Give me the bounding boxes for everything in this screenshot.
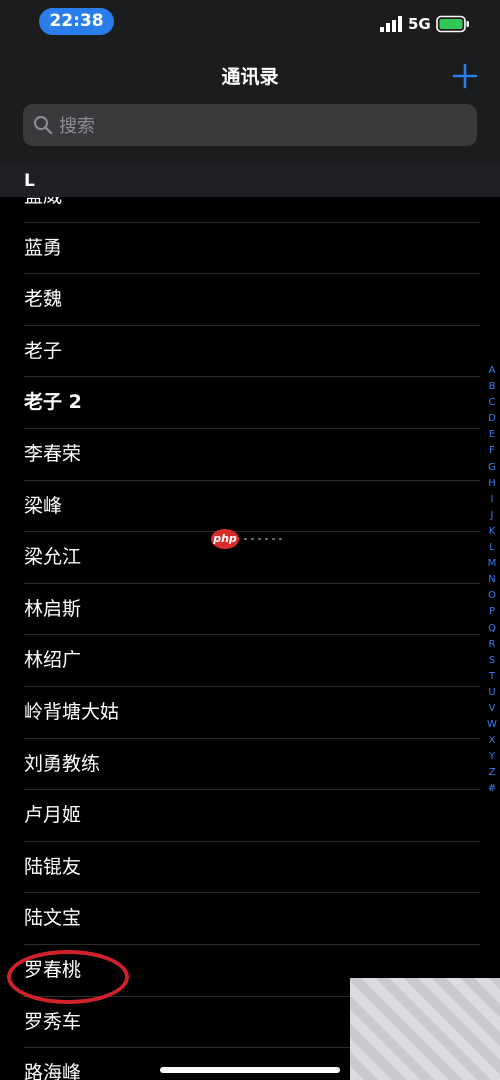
index-letter[interactable]: L <box>484 540 500 556</box>
index-letter[interactable]: M <box>484 556 500 572</box>
contact-row[interactable]: 林启斯 <box>0 584 500 636</box>
index-letter[interactable]: A <box>484 363 500 379</box>
index-letter[interactable]: I <box>484 492 500 508</box>
signal-icon <box>380 16 402 32</box>
index-letter[interactable]: Y <box>484 749 500 765</box>
index-letter[interactable]: D <box>484 411 500 427</box>
status-time[interactable]: 22:38 <box>39 8 114 35</box>
index-letter[interactable]: S <box>484 653 500 669</box>
index-letter[interactable]: N <box>484 572 500 588</box>
contact-row[interactable]: 蓝威 <box>0 197 500 223</box>
index-letter[interactable]: V <box>484 701 500 717</box>
index-letter[interactable]: K <box>484 524 500 540</box>
contact-row[interactable]: 老子 <box>0 326 500 378</box>
index-letter[interactable]: X <box>484 733 500 749</box>
status-bar: 22:38 5G <box>0 0 500 46</box>
contact-list-inner: 蓝威 蓝勇 老魏 老子 老子 2 李春荣 梁峰 梁允江 林启斯 林绍广 岭背塘大… <box>0 197 500 1080</box>
index-letter[interactable]: R <box>484 637 500 653</box>
top-bar: 22:38 5G 通讯录 <box>0 0 500 163</box>
index-letter[interactable]: G <box>484 460 500 476</box>
index-letter[interactable]: P <box>484 604 500 620</box>
index-letter[interactable]: U <box>484 685 500 701</box>
index-letter[interactable]: E <box>484 427 500 443</box>
navigation-bar: 通讯录 <box>0 52 500 102</box>
alphabet-index[interactable]: A B C D E F G H I J K L M N O P Q R S T … <box>484 363 500 798</box>
contact-row[interactable]: 刘勇教练 <box>0 739 500 791</box>
php-watermark: php <box>211 529 239 549</box>
network-type: 5G <box>408 15 431 33</box>
contact-row[interactable]: 卢月姬 <box>0 790 500 842</box>
search-icon <box>34 116 53 135</box>
index-letter[interactable]: J <box>484 508 500 524</box>
home-indicator[interactable] <box>160 1067 340 1073</box>
section-header-l: L <box>0 163 500 197</box>
index-letter[interactable]: Z <box>484 765 500 781</box>
contact-row[interactable]: 梁峰 <box>0 481 500 533</box>
index-letter[interactable]: T <box>484 669 500 685</box>
index-letter[interactable]: F <box>484 443 500 459</box>
contact-row[interactable]: 陆文宝 <box>0 893 500 945</box>
page-title: 通讯录 <box>221 66 279 88</box>
highlight-ring <box>7 950 129 1004</box>
blurred-corner <box>350 978 500 1080</box>
contact-row[interactable]: 岭背塘大姑 <box>0 687 500 739</box>
index-letter[interactable]: C <box>484 395 500 411</box>
battery-icon <box>436 15 469 33</box>
plus-icon[interactable] <box>449 60 481 92</box>
contact-row[interactable]: 李春荣 <box>0 429 500 481</box>
contact-row[interactable]: 蓝勇 <box>0 223 500 275</box>
contact-list[interactable]: 蓝威 蓝勇 老魏 老子 老子 2 李春荣 梁峰 梁允江 林启斯 林绍广 岭背塘大… <box>0 197 500 1080</box>
contact-row[interactable]: 林绍广 <box>0 635 500 687</box>
search-bar[interactable] <box>23 104 477 146</box>
contact-row[interactable]: 老子 2 <box>0 377 500 429</box>
contact-row[interactable]: 陆锟友 <box>0 842 500 894</box>
contacts-screen: 22:38 5G 通讯录 搜索 L 蓝勇 老魏 老子 老子 2 李春荣 梁峰 梁… <box>0 0 500 1080</box>
index-letter[interactable]: H <box>484 476 500 492</box>
index-letter[interactable]: W <box>484 717 500 733</box>
watermark-dots <box>244 538 284 540</box>
index-letter[interactable]: O <box>484 588 500 604</box>
index-letter[interactable]: B <box>484 379 500 395</box>
search-input[interactable] <box>57 108 461 144</box>
index-letter[interactable]: Q <box>484 621 500 637</box>
contact-row[interactable]: 老魏 <box>0 274 500 326</box>
index-letter[interactable]: # <box>484 781 500 797</box>
